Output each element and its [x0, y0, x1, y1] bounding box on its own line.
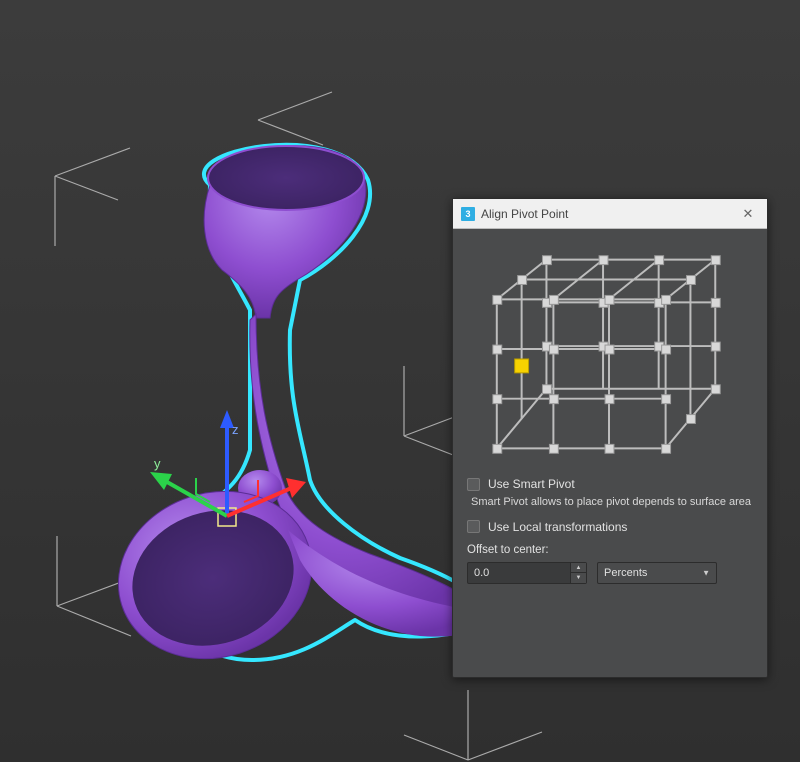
stepper-up[interactable]: ▲ [571, 563, 586, 573]
offset-value-text: 0.0 [474, 567, 489, 579]
selected-object[interactable] [96, 145, 500, 683]
axis-label-y: y [154, 456, 161, 471]
app-icon: 3 [461, 207, 475, 221]
offset-units-select[interactable]: Percents ▼ [597, 562, 717, 584]
use-smart-pivot-row[interactable]: Use Smart Pivot [467, 477, 753, 491]
pivot-cube-selector[interactable] [467, 239, 753, 469]
smart-pivot-hint: Smart Pivot allows to place pivot depend… [471, 495, 753, 510]
close-button[interactable]: ✕ [733, 202, 763, 226]
stepper-down[interactable]: ▼ [571, 572, 586, 583]
use-smart-pivot-label: Use Smart Pivot [488, 477, 575, 491]
offset-value-spinner[interactable]: 0.0 ▲ ▼ [467, 562, 587, 584]
use-smart-pivot-checkbox[interactable] [467, 478, 480, 491]
offset-units-value: Percents [604, 567, 647, 579]
pivot-node-selected[interactable] [515, 359, 529, 373]
dialog-body: Use Smart Pivot Smart Pivot allows to pl… [453, 229, 767, 677]
dialog-title: Align Pivot Point [481, 207, 733, 221]
use-local-transform-checkbox[interactable] [467, 520, 480, 533]
axis-label-z: z [232, 422, 239, 437]
use-local-transform-label: Use Local transformations [488, 520, 627, 534]
use-local-transform-row[interactable]: Use Local transformations [467, 520, 753, 534]
viewport-3d[interactable]: z y 3 Align Pivot Point ✕ [0, 0, 800, 762]
close-icon: ✕ [743, 206, 754, 222]
align-pivot-dialog: 3 Align Pivot Point ✕ [452, 198, 768, 678]
offset-label: Offset to center: [467, 544, 753, 556]
chevron-down-icon: ▼ [702, 568, 710, 577]
dialog-titlebar[interactable]: 3 Align Pivot Point ✕ [453, 199, 767, 229]
